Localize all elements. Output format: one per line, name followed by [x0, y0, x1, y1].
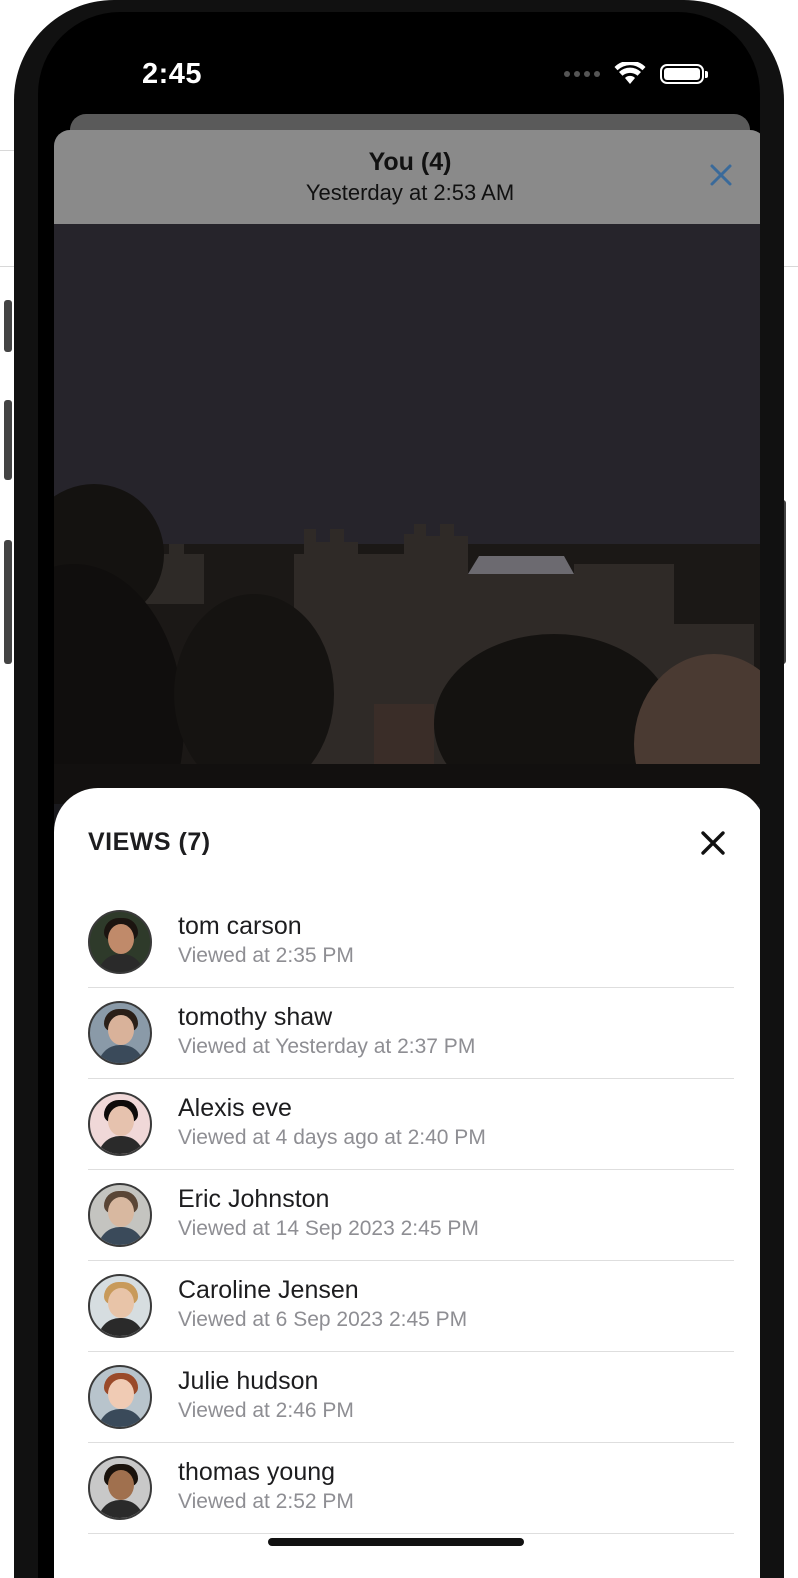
wifi-icon — [614, 62, 646, 84]
battery-icon — [660, 64, 708, 84]
bg-element — [4, 400, 12, 480]
avatar-head — [108, 1379, 134, 1409]
castle-photo — [54, 224, 760, 884]
avatar[interactable] — [88, 1456, 152, 1520]
avatar[interactable] — [88, 1183, 152, 1247]
viewer-row[interactable]: Julie hudson Viewed at 2:46 PM — [88, 1353, 734, 1443]
viewer-name: tom carson — [178, 912, 302, 940]
phone-screen: 2:45 You (4) Yesterday at 2:53 AM VIEWS … — [38, 12, 760, 1578]
avatar-head — [108, 924, 134, 954]
viewer-name: thomas young — [178, 1458, 336, 1486]
viewer-list: tom carson Viewed at 2:35 PM tomothy shaw V… — [88, 898, 734, 1535]
viewer-name: tomothy shaw — [178, 1003, 333, 1031]
avatar[interactable] — [88, 1365, 152, 1429]
viewer-time: Viewed at 2:52 PM — [178, 1490, 354, 1513]
avatar-head — [108, 1015, 134, 1045]
story-title: You (4) — [368, 148, 452, 176]
viewer-time: Viewed at 2:35 PM — [178, 944, 354, 967]
viewer-row[interactable]: Alexis eve Viewed at 4 days ago at 2:40 P… — [88, 1080, 734, 1170]
avatar[interactable] — [88, 910, 152, 974]
avatar-body — [98, 954, 144, 972]
bg-element — [4, 540, 12, 664]
avatar-body — [98, 1136, 144, 1154]
avatar-head — [108, 1470, 134, 1500]
story-header: You (4) Yesterday at 2:53 AM — [54, 130, 760, 224]
viewer-row[interactable]: thomas young Viewed at 2:52 PM — [88, 1444, 734, 1534]
viewer-row[interactable]: Eric Johnston Viewed at 14 Sep 2023 2:45 … — [88, 1171, 734, 1261]
viewer-time: Viewed at Yesterday at 2:37 PM — [178, 1035, 476, 1058]
avatar[interactable] — [88, 1274, 152, 1338]
views-title: VIEWS (7) — [88, 828, 211, 856]
avatar[interactable] — [88, 1092, 152, 1156]
close-story-icon[interactable] — [706, 160, 736, 190]
home-indicator[interactable] — [268, 1538, 524, 1546]
avatar[interactable] — [88, 1001, 152, 1065]
avatar-body — [98, 1409, 144, 1427]
phone-frame: 2:45 You (4) Yesterday at 2:53 AM VIEWS … — [14, 0, 784, 1578]
avatar-body — [98, 1500, 144, 1518]
viewer-row[interactable]: tomothy shaw Viewed at Yesterday at 2:37 … — [88, 989, 734, 1079]
viewer-time: Viewed at 4 days ago at 2:40 PM — [178, 1126, 486, 1149]
avatar-body — [98, 1227, 144, 1245]
bg-divider — [0, 266, 14, 267]
status-time: 2:45 — [142, 58, 203, 90]
bg-divider — [0, 150, 14, 151]
bg-divider — [784, 266, 798, 267]
viewer-time: Viewed at 14 Sep 2023 2:45 PM — [178, 1217, 479, 1240]
avatar-head — [108, 1288, 134, 1318]
views-sheet: VIEWS (7) tom carson Viewed at 2:35 PM tom… — [54, 788, 760, 1578]
viewer-row[interactable]: Caroline Jensen Viewed at 6 Sep 2023 2:45… — [88, 1262, 734, 1352]
viewer-time: Viewed at 2:46 PM — [178, 1399, 354, 1422]
viewer-row[interactable]: tom carson Viewed at 2:35 PM — [88, 898, 734, 988]
viewer-name: Alexis eve — [178, 1094, 292, 1122]
close-icon[interactable] — [700, 830, 726, 856]
avatar-head — [108, 1197, 134, 1227]
story-timestamp: Yesterday at 2:53 AM — [305, 180, 515, 205]
bg-element — [4, 300, 12, 352]
viewer-time: Viewed at 6 Sep 2023 2:45 PM — [178, 1308, 468, 1331]
avatar-body — [98, 1045, 144, 1063]
story-image[interactable] — [54, 224, 760, 884]
avatar-head — [108, 1106, 134, 1136]
avatar-body — [98, 1318, 144, 1336]
viewer-name: Julie hudson — [178, 1367, 319, 1395]
viewer-name: Eric Johnston — [178, 1185, 330, 1213]
viewer-name: Caroline Jensen — [178, 1276, 359, 1304]
status-icons — [564, 62, 708, 86]
cellular-signal-icon — [564, 71, 600, 77]
